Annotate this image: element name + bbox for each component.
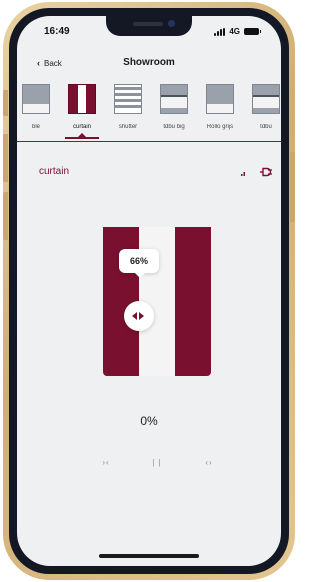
device-type-label: shutter: [118, 124, 138, 130]
device-type-label: Rollo grijs: [206, 124, 234, 130]
arrow-right-icon: [139, 312, 144, 320]
curtain-right-panel: [175, 227, 211, 376]
tdbu-icon: [160, 84, 188, 114]
tdbu-icon: [252, 84, 280, 114]
position-readout: 0%: [140, 414, 158, 428]
curtain-icon: [68, 84, 96, 114]
open-button[interactable]: ‹›: [197, 454, 221, 472]
device-type-strip[interactable]: ble curtain shutter tdbu big Rollo grijs: [17, 80, 281, 142]
network-label: 4G: [229, 27, 240, 36]
mute-switch: [3, 90, 8, 116]
active-tab-indicator: [65, 137, 99, 139]
page-title: Showroom: [123, 57, 175, 68]
plug-icon[interactable]: [260, 167, 272, 177]
device-type-label: tdbu: [260, 124, 272, 130]
active-tab-caret: [78, 133, 86, 137]
volume-down-button: [3, 192, 8, 240]
blind-icon: [206, 84, 234, 114]
status-indicators: 4G: [214, 27, 261, 36]
speaker-grille: [133, 22, 163, 26]
position-tooltip: 66%: [119, 249, 159, 278]
device-type-rollo-grijs[interactable]: Rollo grijs: [197, 80, 243, 142]
shutter-icon: [114, 84, 142, 114]
curtain-drag-handle[interactable]: [124, 301, 154, 331]
home-indicator: [99, 554, 199, 558]
curtain-visual[interactable]: 66%: [103, 227, 211, 376]
device-type-tdbu-big[interactable]: tdbu big: [151, 80, 197, 142]
device-type-ble[interactable]: ble: [17, 80, 59, 142]
power-button: [290, 152, 295, 222]
arrow-left-icon: [132, 312, 137, 320]
device-type-label: tdbu big: [163, 124, 185, 130]
device-name: curtain: [39, 166, 70, 177]
device-type-tdbu[interactable]: tdbu: [243, 80, 281, 142]
nav-header: ‹ Back Showroom: [17, 54, 281, 76]
stop-button[interactable]: | |: [145, 454, 169, 472]
signal-icon: [214, 27, 226, 36]
device-type-label: curtain: [72, 124, 91, 130]
blind-icon: [22, 84, 50, 114]
battery-icon: [244, 28, 261, 35]
notch: [106, 16, 192, 36]
close-button[interactable]: ›‹: [94, 454, 118, 472]
volume-up-button: [3, 134, 8, 182]
device-type-shutter[interactable]: shutter: [105, 80, 151, 142]
status-time: 16:49: [44, 26, 70, 37]
device-type-label: ble: [31, 124, 40, 130]
app-screen: 16:49 4G ‹ Back Showroom ble curtain shu…: [17, 16, 281, 566]
camera-icon: [168, 20, 175, 27]
strip-divider: [17, 141, 281, 142]
wifi-icon: [241, 172, 245, 176]
